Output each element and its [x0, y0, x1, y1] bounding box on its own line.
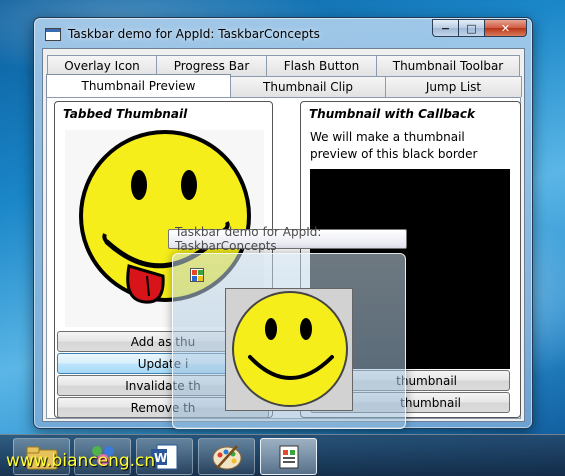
tab-overlay-icon[interactable]: Overlay Icon — [47, 55, 157, 76]
window-app-icon[interactable] — [45, 28, 61, 41]
caption-buttons: − □ ✕ — [432, 19, 527, 39]
taskbar-demo-app-icon — [279, 445, 298, 468]
minimize-button[interactable]: − — [432, 19, 458, 37]
tab-thumbnail-toolbar[interactable]: Thumbnail Toolbar — [376, 55, 520, 76]
preview-app-icon — [190, 268, 204, 282]
close-button[interactable]: ✕ — [484, 19, 527, 37]
title-bar[interactable]: Taskbar demo for AppId: TaskbarConcepts … — [34, 18, 532, 48]
tab-thumbnail-preview[interactable]: Thumbnail Preview — [46, 74, 231, 97]
paint-palette-icon — [212, 444, 241, 469]
callback-description: We will make a thumbnail preview of this… — [310, 130, 478, 161]
tab-row-front: Thumbnail Preview Thumbnail Clip Jump Li… — [46, 74, 522, 97]
window-title: Taskbar demo for AppId: TaskbarConcepts — [68, 27, 320, 41]
tab-thumbnail-clip[interactable]: Thumbnail Clip — [230, 76, 386, 97]
tabbed-thumbnail-title: Tabbed Thumbnail — [63, 107, 188, 121]
svg-text:W: W — [154, 451, 167, 465]
taskbar-thumbnail-preview[interactable] — [172, 253, 406, 429]
preview-thumbnail-image[interactable] — [225, 288, 353, 411]
taskbar-tooltip: Taskbar demo for AppId: TaskbarConcepts — [168, 225, 407, 253]
thumbnail-with-callback-title: Thumbnail with Callback — [309, 107, 475, 121]
tab-jump-list[interactable]: Jump List — [385, 76, 522, 97]
taskbar-demo-button[interactable] — [260, 438, 317, 475]
tab-flash-button[interactable]: Flash Button — [266, 55, 377, 76]
maximize-button[interactable]: □ — [458, 19, 484, 37]
smiley-icon — [232, 291, 348, 407]
tab-progress-bar[interactable]: Progress Bar — [156, 55, 267, 76]
tab-row-back: Overlay Icon Progress Bar Flash Button T… — [47, 55, 520, 76]
paint-taskbar-button[interactable] — [198, 438, 255, 475]
site-watermark: www.bianceng.cn — [6, 451, 156, 471]
